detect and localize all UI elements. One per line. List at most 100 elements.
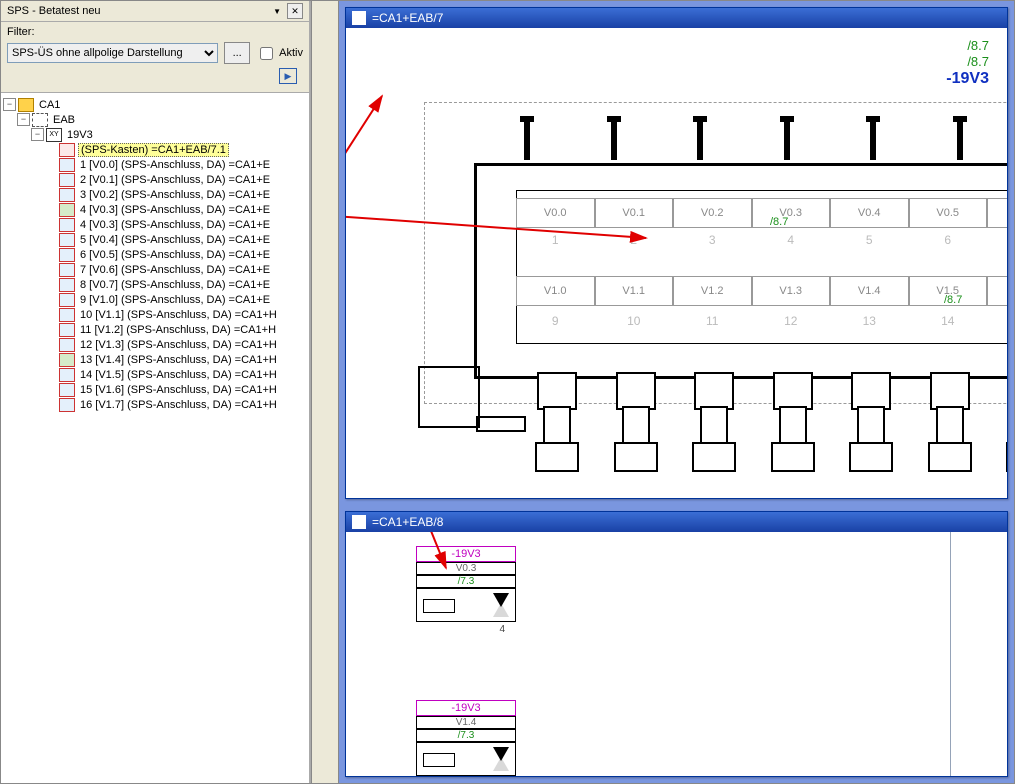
filter-select[interactable]: SPS-ÜS ohne allpolige Darstellung xyxy=(7,43,218,63)
play-button[interactable]: ▶ xyxy=(279,68,297,84)
port-cell[interactable]: V1.2 xyxy=(673,276,752,306)
port-cell[interactable]: V0.1 xyxy=(595,198,674,228)
tree-item[interactable]: 8 [V0.7] (SPS-Anschluss, DA) =CA1+E xyxy=(3,277,307,292)
dropdown-icon[interactable]: ▼ xyxy=(273,7,281,16)
splitter[interactable] xyxy=(311,1,339,783)
tree-kasten[interactable]: (SPS-Kasten) =CA1+EAB/7.1 xyxy=(3,142,307,157)
tree-item-label[interactable]: 13 [V1.4] (SPS-Anschluss, DA) =CA1+H xyxy=(78,354,279,366)
symbol-crossref: /7.3 xyxy=(416,729,516,742)
kasten-label[interactable]: (SPS-Kasten) =CA1+EAB/7.1 xyxy=(78,143,229,157)
port-cell[interactable]: V0.4 xyxy=(830,198,909,228)
tree-item-label[interactable]: 9 [V1.0] (SPS-Anschluss, DA) =CA1+E xyxy=(78,294,272,306)
symbol-body: 13 xyxy=(416,742,516,776)
tree-item[interactable]: 13 [V1.4] (SPS-Anschluss, DA) =CA1+H xyxy=(3,352,307,367)
port-icon xyxy=(59,368,75,382)
tree-item[interactable]: 9 [V1.0] (SPS-Anschluss, DA) =CA1+E xyxy=(3,292,307,307)
tree-item-label[interactable]: 4 [V0.3] (SPS-Anschluss, DA) =CA1+E xyxy=(78,204,272,216)
window-titlebar[interactable]: =CA1+EAB/7 xyxy=(346,8,1007,28)
port-icon xyxy=(59,188,75,202)
symbol-header: -19V3 xyxy=(416,700,516,716)
symbol-addr: V1.4 xyxy=(416,716,516,729)
crossref-mark: /8.7 xyxy=(944,294,962,306)
tree-item[interactable]: 11 [V1.2] (SPS-Anschluss, DA) =CA1+H xyxy=(3,322,307,337)
port-cell[interactable]: V0.3 xyxy=(752,198,831,228)
tree-xy[interactable]: − XY 19V3 xyxy=(3,127,307,142)
tree-item[interactable]: 2 [V0.1] (SPS-Anschluss, DA) =CA1+E xyxy=(3,172,307,187)
collapse-icon[interactable]: − xyxy=(31,128,44,141)
port-cell[interactable]: V0.5 xyxy=(909,198,988,228)
tree-item[interactable]: 14 [V1.5] (SPS-Anschluss, DA) =CA1+H xyxy=(3,367,307,382)
tree-item-label[interactable]: 8 [V0.7] (SPS-Anschluss, DA) =CA1+E xyxy=(78,279,272,291)
tree-item-label[interactable]: 6 [V0.5] (SPS-Anschluss, DA) =CA1+E xyxy=(78,249,272,261)
tree-item-label[interactable]: 10 [V1.1] (SPS-Anschluss, DA) =CA1+H xyxy=(78,309,279,321)
root-label[interactable]: CA1 xyxy=(37,99,62,111)
port-icon xyxy=(59,353,75,367)
tree-item-label[interactable]: 11 [V1.2] (SPS-Anschluss, DA) =CA1+H xyxy=(78,324,278,336)
port-cell[interactable]: V0.0 xyxy=(516,198,595,228)
tree-item[interactable]: 12 [V1.3] (SPS-Anschluss, DA) =CA1+H xyxy=(3,337,307,352)
eab-label[interactable]: EAB xyxy=(51,114,77,126)
close-panel-button[interactable]: ✕ xyxy=(287,3,303,19)
drawing-canvas-lower[interactable]: -19V3 V0.3 /7.3 4 -19V3 V1.4 /7.3 xyxy=(346,532,1007,776)
tree-item[interactable]: 15 [V1.6] (SPS-Anschluss, DA) =CA1+H xyxy=(3,382,307,397)
legend-line: /8.7 xyxy=(946,38,989,54)
tree-item[interactable]: 16 [V1.7] (SPS-Anschluss, DA) =CA1+H xyxy=(3,397,307,412)
tree-item[interactable]: 6 [V0.5] (SPS-Anschluss, DA) =CA1+E xyxy=(3,247,307,262)
mount-foot xyxy=(418,366,480,428)
page-icon xyxy=(352,515,366,529)
tree-item[interactable]: 5 [V0.4] (SPS-Anschluss, DA) =CA1+E xyxy=(3,232,307,247)
port-icon xyxy=(59,263,75,277)
port-number: 13 xyxy=(830,314,909,334)
valve-icon xyxy=(493,757,509,771)
aktiv-checkbox[interactable]: Aktiv xyxy=(256,44,303,63)
tree-item[interactable]: 3 [V0.2] (SPS-Anschluss, DA) =CA1+E xyxy=(3,187,307,202)
xy-label[interactable]: 19V3 xyxy=(65,129,95,141)
tree-item[interactable]: 7 [V0.6] (SPS-Anschluss, DA) =CA1+E xyxy=(3,262,307,277)
tree-item-label[interactable]: 12 [V1.3] (SPS-Anschluss, DA) =CA1+H xyxy=(78,339,279,351)
tree-eab[interactable]: − EAB xyxy=(3,112,307,127)
tree-item-label[interactable]: 16 [V1.7] (SPS-Anschluss, DA) =CA1+H xyxy=(78,399,279,411)
port-cell[interactable]: V0.2 xyxy=(673,198,752,228)
filter-more-button[interactable]: ... xyxy=(224,42,250,64)
column-sep xyxy=(950,532,951,776)
tree-item-label[interactable]: 14 [V1.5] (SPS-Anschluss, DA) =CA1+H xyxy=(78,369,279,381)
tree-item-label[interactable]: 2 [V0.1] (SPS-Anschluss, DA) =CA1+E xyxy=(78,174,272,186)
tree-item[interactable]: 10 [V1.1] (SPS-Anschluss, DA) =CA1+H xyxy=(3,307,307,322)
filter-section: Filter: SPS-ÜS ohne allpolige Darstellun… xyxy=(1,22,309,93)
port-icon xyxy=(59,398,75,412)
port-icon xyxy=(59,323,75,337)
tree-item-label[interactable]: 7 [V0.6] (SPS-Anschluss, DA) =CA1+E xyxy=(78,264,272,276)
tree-item-label[interactable]: 5 [V0.4] (SPS-Anschluss, DA) =CA1+E xyxy=(78,234,272,246)
port-icon xyxy=(59,383,75,397)
tree-item-label[interactable]: 4 [V0.3] (SPS-Anschluss, DA) =CA1+E xyxy=(78,219,272,231)
drawing-canvas-upper[interactable]: /8.7 /8.7 -19V3 V0.0V0.1V0.2V0.3V0.4V0.5… xyxy=(346,28,1007,498)
port-cell[interactable]: V1.3 xyxy=(752,276,831,306)
tree-item-label[interactable]: 3 [V0.2] (SPS-Anschluss, DA) =CA1+E xyxy=(78,189,272,201)
port-number: 1 xyxy=(516,233,595,253)
tree-item[interactable]: 4 [V0.3] (SPS-Anschluss, DA) =CA1+E xyxy=(3,202,307,217)
tree-root[interactable]: − CA1 xyxy=(3,97,307,112)
aktiv-checkbox-input[interactable] xyxy=(260,47,273,60)
tree-item[interactable]: 4 [V0.3] (SPS-Anschluss, DA) =CA1+E xyxy=(3,217,307,232)
window-plan-7[interactable]: =CA1+EAB/7 /8.7 /8.7 -19V3 V0.0V0.1V0.2V… xyxy=(345,7,1008,499)
port-cell[interactable]: V1.0 xyxy=(516,276,595,306)
collapse-icon[interactable]: − xyxy=(17,113,30,126)
symbol-block-1[interactable]: -19V3 V0.3 /7.3 4 xyxy=(416,546,516,622)
tree-item-label[interactable]: 1 [V0.0] (SPS-Anschluss, DA) =CA1+E xyxy=(78,159,272,171)
port-cell[interactable]: V1.6 xyxy=(987,276,1007,306)
port-cell[interactable]: V1.4 xyxy=(830,276,909,306)
plc-device: V0.0V0.1V0.2V0.3V0.4V0.5V0.6V0.7 1234567… xyxy=(414,58,1007,498)
port-number: 6 xyxy=(909,233,988,253)
window-titlebar[interactable]: =CA1+EAB/8 xyxy=(346,512,1007,532)
tree-view[interactable]: − CA1 − EAB − XY 19V3 (SPS-Kasten) =CA1+… xyxy=(1,93,309,783)
root-icon xyxy=(18,98,34,112)
port-cell[interactable]: V1.1 xyxy=(595,276,674,306)
symbol-header: -19V3 xyxy=(416,546,516,562)
tree-item[interactable]: 1 [V0.0] (SPS-Anschluss, DA) =CA1+E xyxy=(3,157,307,172)
port-cell[interactable]: V0.6 xyxy=(987,198,1007,228)
window-plan-8[interactable]: =CA1+EAB/8 -19V3 V0.3 /7.3 4 -19V3 xyxy=(345,511,1008,777)
port-number: 9 xyxy=(516,314,595,334)
tree-item-label[interactable]: 15 [V1.6] (SPS-Anschluss, DA) =CA1+H xyxy=(78,384,279,396)
collapse-icon[interactable]: − xyxy=(3,98,16,111)
symbol-block-2[interactable]: -19V3 V1.4 /7.3 13 xyxy=(416,700,516,776)
